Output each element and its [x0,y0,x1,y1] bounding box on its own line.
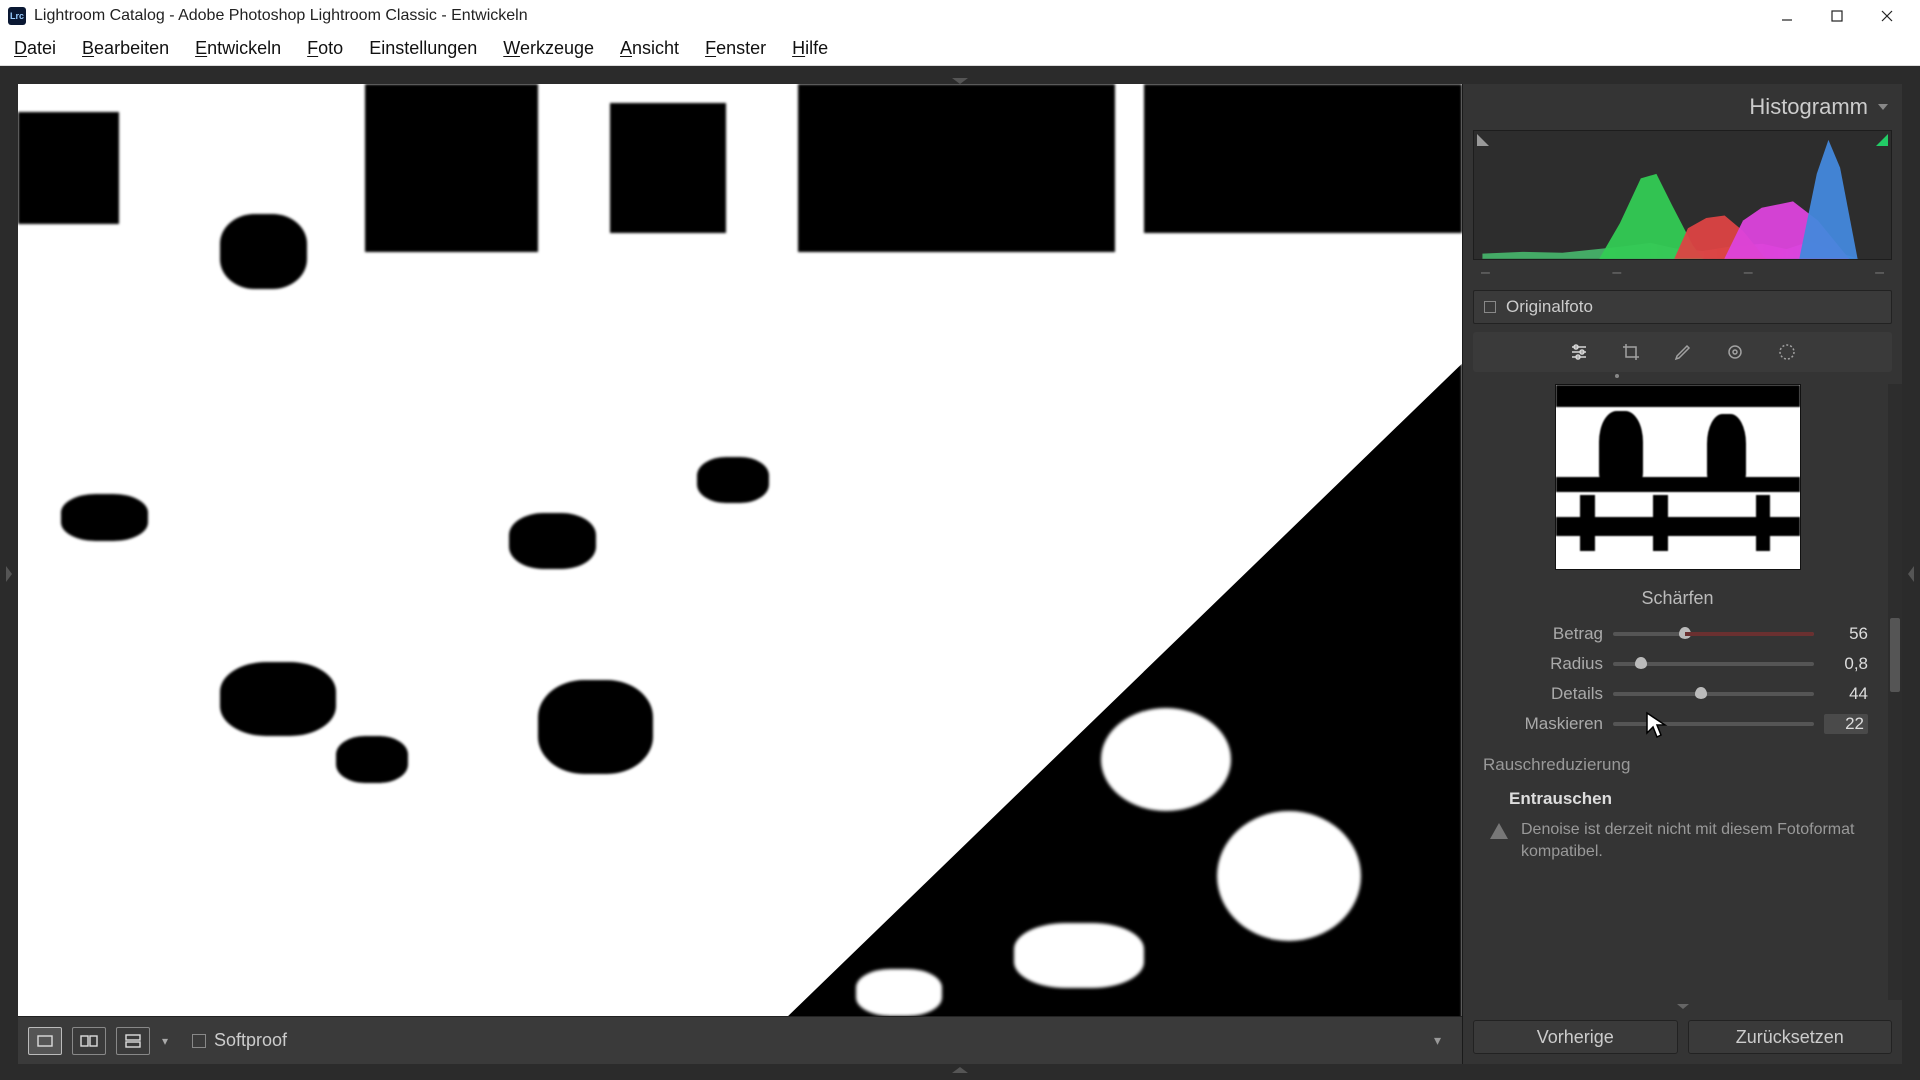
menu-file[interactable]: Datei [14,38,56,59]
maximize-button[interactable] [1812,0,1862,32]
view-mode-caret-icon[interactable]: ▾ [160,1034,170,1048]
mask-label: Maskieren [1473,714,1603,734]
previous-button[interactable]: Vorherige [1473,1020,1678,1054]
menu-tools[interactable]: Werkzeuge [503,38,594,59]
filmstrip-toggle[interactable] [0,1064,1920,1080]
toolbar-options-caret-icon[interactable]: ▾ [1434,1032,1452,1049]
warning-icon [1489,822,1509,840]
histogram-display[interactable] [1473,130,1892,260]
left-panel-toggle[interactable] [0,84,18,1064]
title-bar[interactable]: Lrc Lightroom Catalog - Adobe Photoshop … [0,0,1920,32]
detail-preview[interactable] [1555,384,1801,570]
denoise-warning: Denoise ist derzeit nicht mit diesem Fot… [1473,815,1882,872]
menu-view[interactable]: Ansicht [620,38,679,59]
loupe-view-button[interactable] [28,1027,62,1055]
denoise-message-text: Denoise ist derzeit nicht mit diesem Fot… [1521,819,1868,862]
before-after-vertical-button[interactable] [116,1027,150,1055]
softproof-checkbox[interactable]: Softproof [192,1030,1424,1051]
edit-sliders-tool-icon[interactable] [1568,341,1590,363]
reset-button[interactable]: Zurücksetzen [1688,1020,1893,1054]
original-photo-toggle[interactable]: Originalfoto [1473,290,1892,324]
details-label: Details [1473,684,1603,704]
workspace: ▾ Softproof ▾ Histogramm [0,66,1920,1080]
window-title: Lightroom Catalog - Adobe Photoshop Ligh… [34,7,528,25]
denoise-title: Entrauschen [1473,781,1882,815]
menu-bar: Datei Bearbeiten Entwickeln Foto Einstel… [0,32,1920,66]
redeye-tool-icon[interactable] [1724,341,1746,363]
app-logo-icon: Lrc [8,7,26,25]
scrollbar-thumb[interactable] [1890,618,1900,692]
heal-tool-icon[interactable] [1672,341,1694,363]
before-after-horizontal-button[interactable] [72,1027,106,1055]
noise-reduction-title: Rauschreduzierung [1473,739,1882,781]
histogram-blue [1799,137,1857,259]
menu-window[interactable]: Fenster [705,38,766,59]
mouse-cursor-icon [1645,711,1669,741]
histogram-title: Histogramm [1749,94,1868,120]
panel-options-caret-icon[interactable] [1463,1000,1902,1014]
radius-value[interactable]: 0,8 [1824,654,1868,674]
menu-help[interactable]: Hilfe [792,38,828,59]
menu-develop[interactable]: Entwickeln [195,38,281,59]
square-icon [1484,301,1496,313]
sharpen-details-slider[interactable]: Details 44 [1473,679,1882,709]
masking-tool-icon[interactable] [1776,341,1798,363]
amount-label: Betrag [1473,624,1603,644]
loupe-toolbar: ▾ Softproof ▾ [18,1016,1462,1064]
amount-value[interactable]: 56 [1824,624,1868,644]
highlight-clip-indicator-icon[interactable] [1876,134,1888,146]
checkbox-icon [192,1034,206,1048]
right-panel-toggle[interactable] [1902,84,1920,1064]
radius-label: Radius [1473,654,1603,674]
shadow-clip-indicator-icon[interactable] [1477,134,1489,146]
module-picker-toggle[interactable] [0,66,1920,84]
menu-settings[interactable]: Einstellungen [369,38,477,59]
develop-right-panel: Histogramm – – – – [1462,84,1902,1064]
tool-strip [1473,332,1892,372]
image-canvas[interactable] [18,84,1462,1016]
sharpen-radius-slider[interactable]: Radius 0,8 [1473,649,1882,679]
crop-tool-icon[interactable] [1620,341,1642,363]
minimize-button[interactable] [1762,0,1812,32]
sharpen-amount-slider[interactable]: Betrag 56 [1473,619,1882,649]
sharpen-section-title: Schärfen [1473,588,1882,609]
sharpen-mask-slider[interactable]: Maskieren 22 [1473,709,1882,739]
histogram-panel-header[interactable]: Histogramm [1463,84,1902,130]
panel-scrollbar[interactable] [1888,384,1902,1000]
menu-edit[interactable]: Bearbeiten [82,38,169,59]
mask-value[interactable]: 22 [1824,714,1868,734]
menu-photo[interactable]: Foto [307,38,343,59]
app-window: Lrc Lightroom Catalog - Adobe Photoshop … [0,0,1920,1080]
detail-panel: Schärfen Betrag 56 Radius 0,8 Deta [1473,384,1888,1000]
panel-collapse-caret-icon [1878,104,1888,110]
original-label: Originalfoto [1506,297,1593,317]
histogram-info-row: – – – – [1473,260,1892,284]
softproof-label: Softproof [214,1030,287,1051]
details-value[interactable]: 44 [1824,684,1868,704]
close-button[interactable] [1862,0,1912,32]
